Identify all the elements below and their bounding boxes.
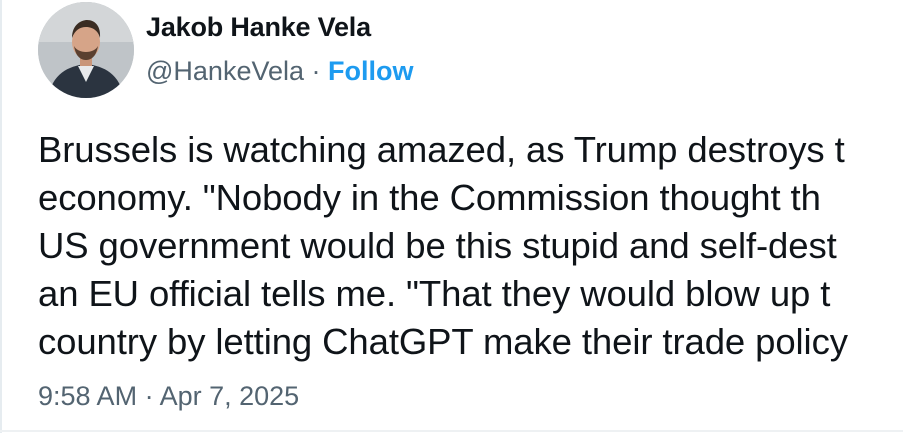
author-handle[interactable]: @HankeVela — [146, 56, 304, 86]
tweet-time[interactable]: 9:58 AM — [38, 381, 137, 411]
tweet-line: an EU official tells me. "That they woul… — [38, 273, 831, 314]
tweet-timestamp[interactable]: 9:58 AM · Apr 7, 2025 — [38, 381, 299, 412]
tweet-date[interactable]: Apr 7, 2025 — [160, 381, 300, 411]
tweet-line: country by letting ChatGPT make their tr… — [38, 321, 848, 362]
handle-separator: · — [311, 56, 321, 86]
follow-button[interactable]: Follow — [328, 56, 413, 86]
author-handle-row: @HankeVela · Follow — [146, 56, 414, 87]
profile-photo — [38, 2, 134, 98]
left-border — [0, 0, 2, 433]
timestamp-separator: · — [144, 381, 154, 411]
tweet-line: US government would be this stupid and s… — [38, 225, 837, 266]
tweet-text: Brussels is watching amazed, as Trump de… — [38, 126, 903, 366]
author-display-name[interactable]: Jakob Hanke Vela — [146, 12, 371, 43]
tweet-line: Brussels is watching amazed, as Trump de… — [38, 129, 845, 170]
tweet-line: economy. "Nobody in the Commission thoug… — [38, 177, 821, 218]
avatar[interactable] — [38, 2, 134, 98]
bottom-divider — [0, 430, 903, 432]
